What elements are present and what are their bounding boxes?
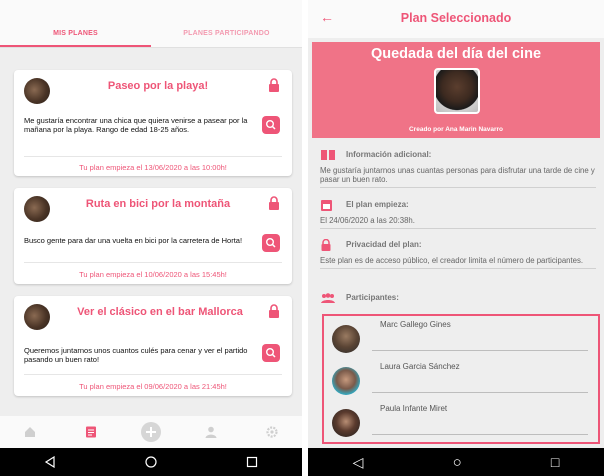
system-navigation-bar xyxy=(0,448,302,476)
settings-icon xyxy=(266,426,278,438)
plan-card[interactable]: Ver el clásico en el bar Mallorca Querem… xyxy=(14,296,292,396)
plans-icon xyxy=(85,426,96,438)
group-icon xyxy=(321,293,335,303)
info-heading: Información adicional: xyxy=(346,150,432,159)
list-item[interactable]: Paula Infante Miret xyxy=(324,400,594,440)
privacy-heading: Privacidad del plan: xyxy=(346,240,422,249)
creator-photo xyxy=(434,68,480,114)
avatar xyxy=(24,304,50,330)
system-navigation-bar: ◁ ○ □ xyxy=(308,448,604,476)
plan-card[interactable]: Ruta en bici por la montaña Busco gente … xyxy=(14,188,292,284)
plan-description: Queremos juntarnos unos cuantos culés pa… xyxy=(24,346,248,364)
plan-description: Busco gente para dar una vuelta en bici … xyxy=(24,236,243,245)
app-bar: ← Plan Seleccionado xyxy=(308,0,604,38)
book-icon xyxy=(321,150,335,160)
avatar xyxy=(24,196,50,222)
search-button[interactable] xyxy=(262,234,280,252)
avatar xyxy=(332,325,360,353)
nav-settings[interactable] xyxy=(261,421,283,443)
divider xyxy=(372,434,588,435)
start-body: El 24/06/2020 a las 20:38h. xyxy=(320,216,415,225)
lock-icon xyxy=(321,239,331,251)
recents-icon[interactable]: □ xyxy=(551,454,559,470)
tab-planes-participando[interactable]: PLANES PARTICIPANDO xyxy=(151,0,302,47)
divider xyxy=(320,228,596,229)
avatar xyxy=(24,78,50,104)
lock-icon xyxy=(269,78,279,92)
participants-list[interactable]: Marc Gallego Gines Laura Garcia Sánchez … xyxy=(322,314,600,444)
plan-header: Quedada del día del cine Creado por Ana … xyxy=(312,42,600,138)
plan-description: Me gustaría encontrar una chica que quie… xyxy=(24,116,248,134)
search-icon xyxy=(265,237,276,248)
divider xyxy=(320,187,596,188)
my-plans-screen: MIS PLANES PLANES PARTICIPANDO Paseo por… xyxy=(0,0,302,476)
profile-icon xyxy=(205,426,217,438)
search-button[interactable] xyxy=(262,344,280,362)
plan-title: Paseo por la playa! xyxy=(107,80,209,92)
info-section: Información adicional: Me gustaría junta… xyxy=(320,150,596,188)
creator-text: Creado por Ana Marin Navarro xyxy=(408,126,504,133)
search-icon xyxy=(265,119,276,130)
start-section: El plan empieza: El 24/06/2020 a las 20:… xyxy=(320,200,596,229)
plan-title: Ver el clásico en el bar Mallorca xyxy=(77,306,243,318)
participants-section: Participantes: xyxy=(320,293,596,305)
divider xyxy=(372,350,588,351)
plan-title: Ruta en bici por la montaña xyxy=(85,198,231,210)
participant-name: Marc Gallego Gines xyxy=(380,320,451,329)
nav-home[interactable] xyxy=(19,421,41,443)
tab-mis-planes[interactable]: MIS PLANES xyxy=(0,0,151,47)
divider xyxy=(24,262,282,263)
tab-bar: MIS PLANES PLANES PARTICIPANDO xyxy=(0,0,302,48)
participant-name: Paula Infante Miret xyxy=(380,404,448,413)
bottom-navigation xyxy=(0,416,302,448)
info-body: Me gustaría juntarnos unas cuantas perso… xyxy=(320,166,595,184)
home-circle-icon[interactable]: ○ xyxy=(453,454,462,471)
search-icon xyxy=(265,347,276,358)
add-icon xyxy=(140,422,161,442)
lock-icon xyxy=(269,304,279,318)
privacy-section: Privacidad del plan: Este plan es de acc… xyxy=(320,239,596,269)
home-icon xyxy=(25,427,36,437)
plan-start-text: Tu plan empieza el 10/06/2020 a las 15:4… xyxy=(79,270,227,279)
avatar xyxy=(332,367,360,395)
plan-start-text: Tu plan empieza el 13/06/2020 a las 10:0… xyxy=(79,163,227,172)
search-button[interactable] xyxy=(262,116,280,134)
start-heading: El plan empieza: xyxy=(346,200,409,209)
divider xyxy=(24,374,282,375)
list-item[interactable]: Marc Gallego Gines xyxy=(324,316,594,356)
divider xyxy=(24,156,282,157)
calendar-icon xyxy=(321,200,332,211)
plan-card[interactable]: Paseo por la playa! Me gustaría encontra… xyxy=(14,70,292,176)
recents-icon[interactable] xyxy=(246,456,258,468)
selected-plan-screen: ← Plan Seleccionado Quedada del día del … xyxy=(308,0,604,476)
plan-title: Quedada del día del cine xyxy=(370,46,542,62)
lock-icon xyxy=(269,196,279,210)
avatar xyxy=(332,409,360,437)
participant-name: Laura Garcia Sánchez xyxy=(380,362,460,371)
divider xyxy=(372,392,588,393)
nav-plans[interactable] xyxy=(80,421,102,443)
privacy-body: Este plan es de acceso público, el cread… xyxy=(320,256,584,265)
nav-add[interactable] xyxy=(140,421,162,443)
back-icon[interactable] xyxy=(44,456,56,468)
page-title: Plan Seleccionado xyxy=(400,11,512,25)
back-icon[interactable]: ◁ xyxy=(353,454,364,471)
list-item[interactable]: Laura Garcia Sánchez xyxy=(324,358,594,398)
nav-profile[interactable] xyxy=(200,421,222,443)
divider xyxy=(320,268,596,269)
participants-heading: Participantes: xyxy=(346,293,399,302)
plan-start-text: Tu plan empieza el 09/06/2020 a las 21:4… xyxy=(79,382,227,391)
home-circle-icon[interactable] xyxy=(145,456,157,468)
